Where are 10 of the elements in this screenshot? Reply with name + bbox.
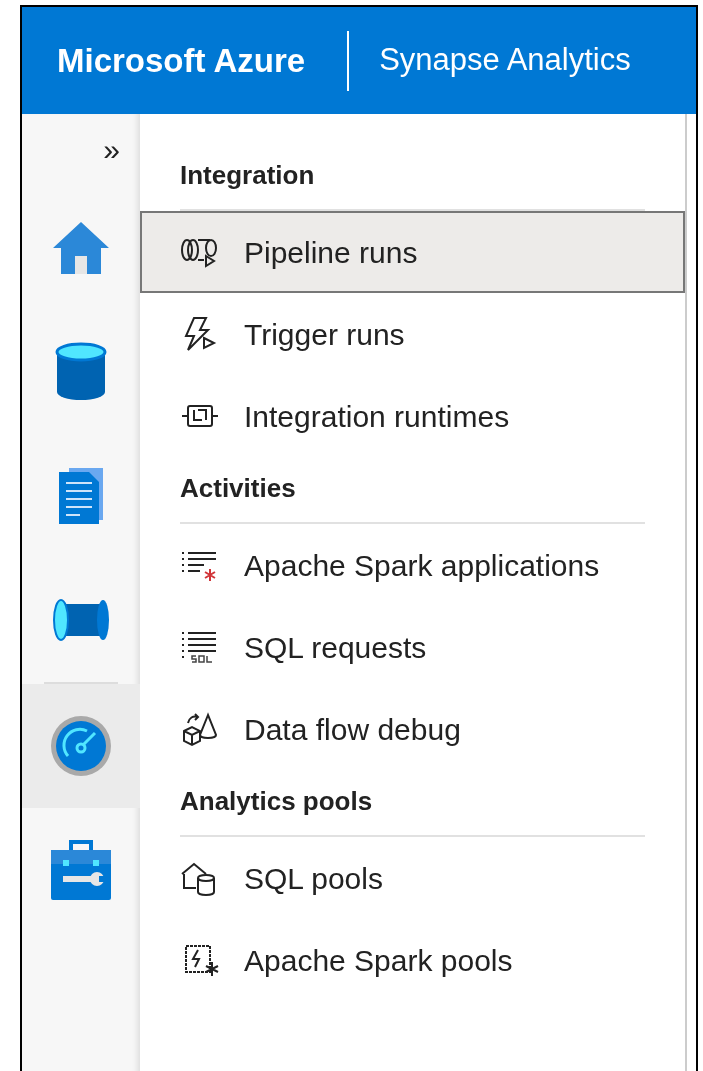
- section-heading: Integration: [180, 160, 315, 190]
- gauge-icon: [49, 714, 113, 778]
- section-heading: Activities: [180, 473, 296, 503]
- expand-button[interactable]: »: [103, 135, 120, 165]
- cube-cone-icon: [180, 711, 220, 747]
- brand-title[interactable]: Microsoft Azure: [57, 35, 306, 86]
- menu-item[interactable]: Pipeline runs: [140, 211, 685, 293]
- toolbox-icon: [49, 838, 113, 902]
- product-title: Synapse Analytics: [379, 41, 631, 80]
- section-heading: Analytics pools: [180, 786, 373, 816]
